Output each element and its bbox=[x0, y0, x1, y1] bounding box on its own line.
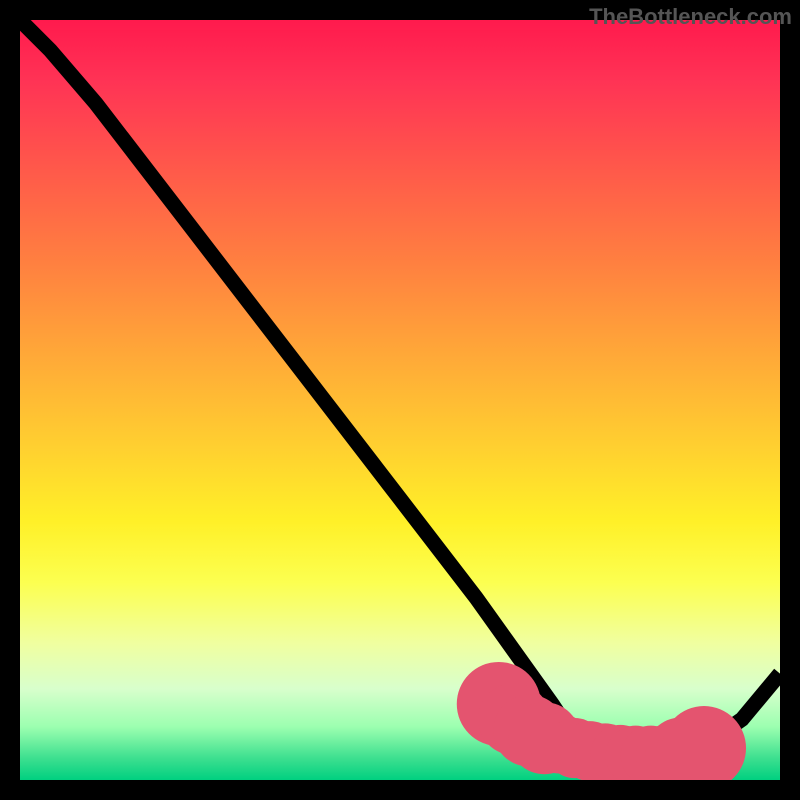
watermark-text: TheBottleneck.com bbox=[589, 4, 792, 30]
sweet-spot-markers bbox=[457, 662, 746, 780]
chart-svg bbox=[20, 20, 780, 780]
chart-plot-area bbox=[20, 20, 780, 780]
bottleneck-curve-line bbox=[20, 20, 780, 757]
